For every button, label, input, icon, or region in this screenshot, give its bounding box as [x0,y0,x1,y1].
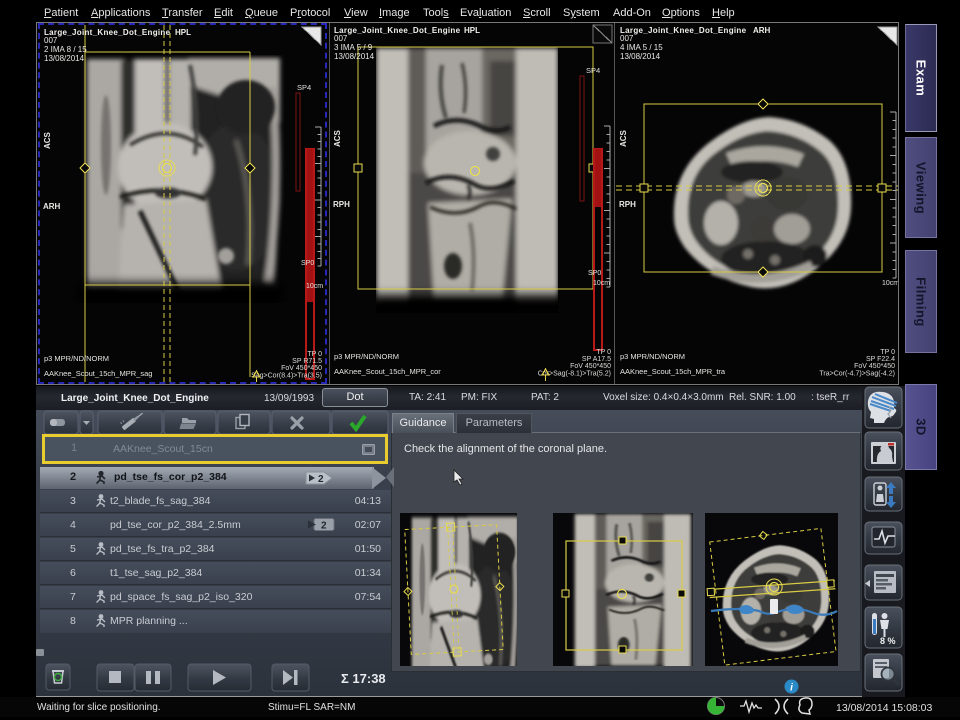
svg-text:ACS: ACS [333,129,342,147]
svg-text:HPL: HPL [464,26,480,35]
svg-text:ARH: ARH [753,26,771,35]
svg-text:FoV 450*450: FoV 450*450 [854,363,895,370]
svg-text:AAKnee_Scout_15ch_MPR_cor: AAKnee_Scout_15ch_MPR_cor [334,367,441,376]
svg-text:TP 0: TP 0 [307,351,322,358]
svg-text:FoV 450*450: FoV 450*450 [570,363,611,370]
svg-text:ARH: ARH [43,202,61,211]
svg-text:SP4: SP4 [297,83,311,92]
svg-text:4 IMA 5 / 15: 4 IMA 5 / 15 [620,43,663,52]
svg-text:007: 007 [620,34,634,43]
svg-text:10cm: 10cm [593,280,610,287]
svg-text:RPH: RPH [333,200,350,209]
svg-text:2: 2 [321,521,327,532]
svg-text:SP A17.5: SP A17.5 [582,356,611,363]
svg-text:RPH: RPH [619,200,636,209]
svg-text:SP0: SP0 [301,260,314,267]
svg-text:10cm: 10cm [306,283,323,290]
svg-text:13/08/2014: 13/08/2014 [334,52,375,61]
svg-text:SP4: SP4 [586,66,600,75]
svg-text:p3 MPR/ND/NORM: p3 MPR/ND/NORM [620,352,685,361]
svg-text:13/08/2014: 13/08/2014 [44,54,85,63]
svg-text:SP R71.5: SP R71.5 [292,358,322,365]
svg-text:Large_Joint_Knee_Dot_Engine: Large_Joint_Knee_Dot_Engine [44,28,171,37]
svg-text:2: 2 [318,474,324,485]
svg-text:p3 MPR/ND/NORM: p3 MPR/ND/NORM [44,354,109,363]
svg-text:ACS: ACS [43,131,52,149]
svg-text:AAKnee_Scout_15ch_MPR_tra: AAKnee_Scout_15ch_MPR_tra [620,367,726,376]
svg-text:Large_Joint_Knee_Dot_Engine: Large_Joint_Knee_Dot_Engine [620,26,747,35]
svg-text:10cm: 10cm [882,280,898,287]
svg-text:SP0: SP0 [588,270,601,277]
svg-text:007: 007 [44,36,58,45]
svg-text:8 %: 8 % [880,636,896,646]
svg-text:i: i [790,683,793,694]
svg-text:p3 MPR/ND/NORM: p3 MPR/ND/NORM [334,352,399,361]
svg-text:FoV 450*450: FoV 450*450 [281,365,322,372]
svg-text:007: 007 [334,34,348,43]
svg-text:AAKnee_Scout_15ch_MPR_sag: AAKnee_Scout_15ch_MPR_sag [44,369,152,378]
svg-text:SP F22.4: SP F22.4 [866,356,895,363]
svg-text:2 IMA 8 / 15: 2 IMA 8 / 15 [44,45,87,54]
svg-text:3 IMA 5 / 9: 3 IMA 5 / 9 [334,43,373,52]
svg-text:ACS: ACS [619,129,628,147]
svg-text:TP 0: TP 0 [596,349,611,356]
svg-text:TP 0: TP 0 [880,349,895,356]
svg-text:HPL: HPL [175,28,191,37]
svg-text:Large_Joint_Knee_Dot_Engine: Large_Joint_Knee_Dot_Engine [334,26,461,35]
svg-text:Σ 17:38: Σ 17:38 [341,671,386,686]
svg-text:Sag>Cor(8.4)>Tra(3.5): Sag>Cor(8.4)>Tra(3.5) [251,373,322,380]
svg-text:13/08/2014: 13/08/2014 [620,52,661,61]
svg-text:Tra>Cor(-4.7)>Sag(-4.2): Tra>Cor(-4.7)>Sag(-4.2) [819,371,895,378]
